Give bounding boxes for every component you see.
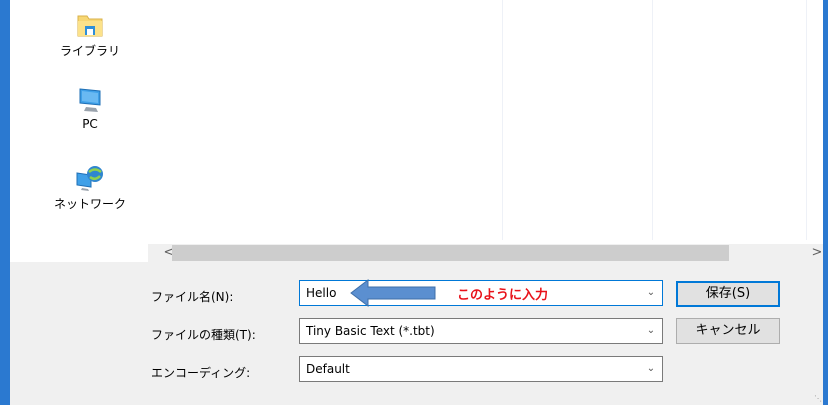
annotation-text: このように入力 [457, 288, 549, 303]
encoding-select[interactable]: Default ⌄ [299, 356, 663, 382]
nav-item-library[interactable]: ライブラリ [50, 10, 130, 59]
resize-grip-icon[interactable]: ⋱ [814, 394, 822, 403]
column-divider [652, 0, 653, 240]
nav-item-label: ネットワーク [53, 197, 126, 211]
library-folder-icon [74, 10, 106, 40]
filetype-label: ファイルの種類(T): [151, 328, 256, 342]
nav-item-label: ライブラリ [59, 44, 120, 58]
window-right-border [823, 0, 828, 405]
window-left-border [0, 0, 10, 405]
navigation-pane: ライブラリ PC ネットワーク [10, 0, 148, 240]
filename-value: Hello [306, 286, 337, 300]
annotation-arrow-icon [350, 279, 436, 307]
save-button[interactable]: 保存(S) [676, 281, 780, 307]
scroll-right-arrow[interactable]: > [808, 244, 826, 262]
network-globe-icon [74, 163, 106, 193]
save-dialog: ライブラリ PC ネットワーク < > ファイル名(N): Hello ⌄ ファ… [0, 0, 828, 405]
chevron-down-icon[interactable]: ⌄ [644, 323, 658, 339]
filename-label: ファイル名(N): [151, 290, 234, 304]
nav-item-pc[interactable]: PC [50, 85, 130, 131]
filetype-select[interactable]: Tiny Basic Text (*.tbt) ⌄ [299, 318, 663, 344]
encoding-label: エンコーディング: [151, 366, 251, 380]
column-divider [502, 0, 503, 240]
horizontal-scrollbar[interactable]: < > [148, 244, 823, 262]
encoding-value: Default [306, 362, 350, 376]
column-divider [806, 0, 807, 240]
scrollbar-thumb[interactable] [172, 245, 729, 261]
chevron-down-icon[interactable]: ⌄ [644, 285, 658, 301]
computer-monitor-icon [74, 85, 106, 115]
nav-item-network[interactable]: ネットワーク [50, 163, 130, 212]
file-list[interactable] [148, 0, 823, 240]
chevron-down-icon[interactable]: ⌄ [644, 361, 658, 377]
nav-item-label: PC [82, 117, 98, 131]
filetype-value: Tiny Basic Text (*.tbt) [306, 324, 435, 338]
cancel-button[interactable]: キャンセル [676, 318, 780, 344]
